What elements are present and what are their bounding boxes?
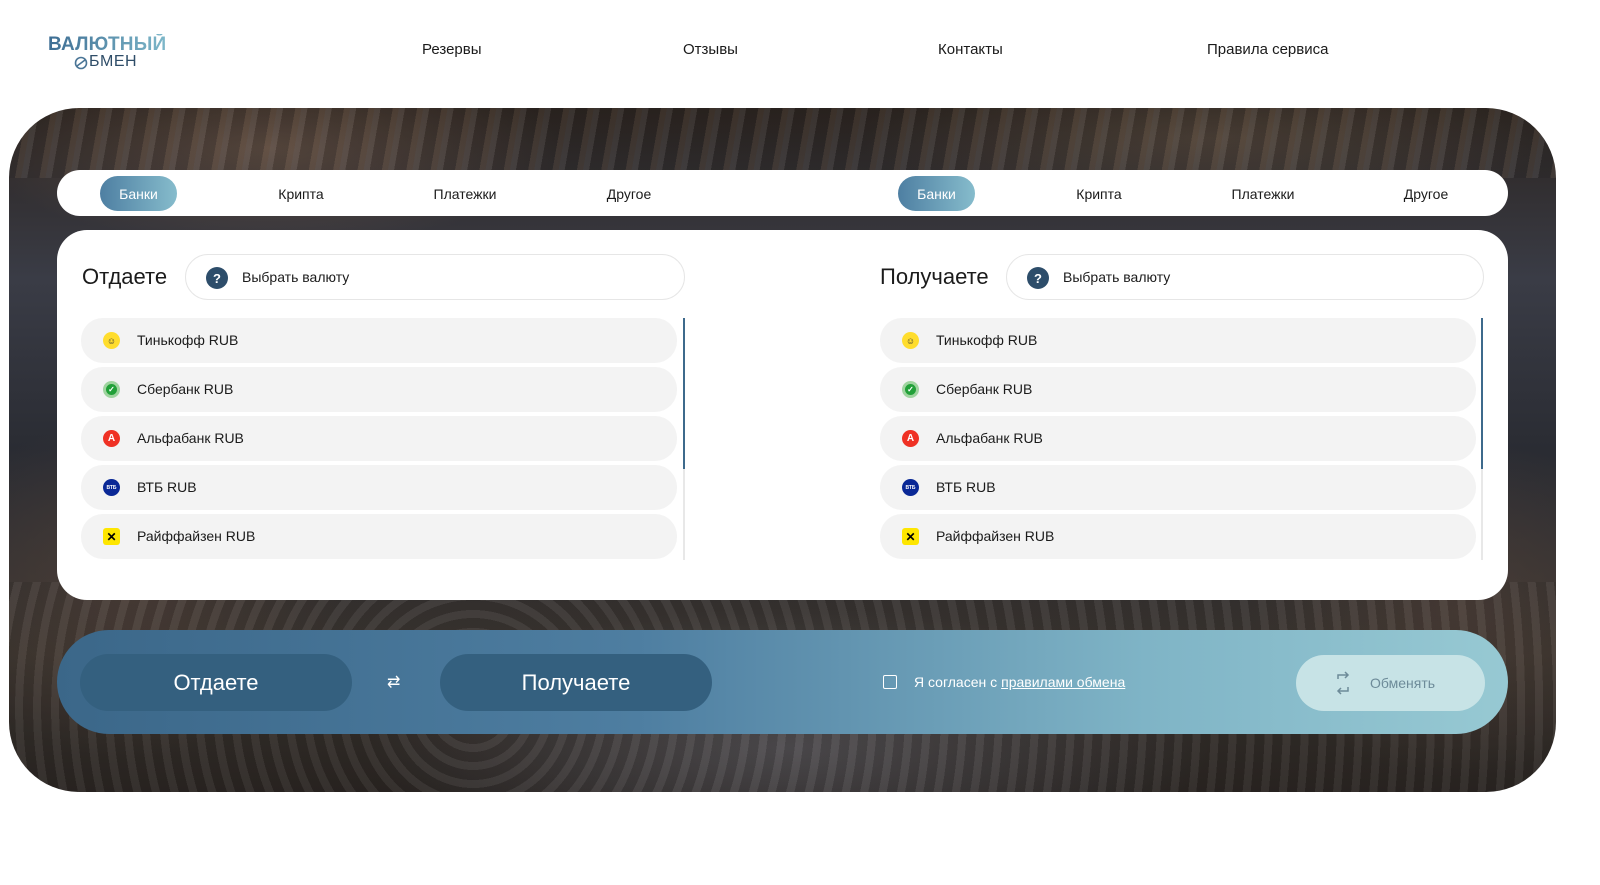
tab-give-banks[interactable]: Банки xyxy=(100,176,177,211)
tab-give-crypto[interactable]: Крипта xyxy=(264,176,338,211)
list-item[interactable]: ✕ Райффайзен RUB xyxy=(880,514,1476,559)
alfabank-icon: A xyxy=(902,430,919,447)
get-scroll-thumb[interactable] xyxy=(1481,318,1483,469)
give-currency-select[interactable]: ? Выбрать валюту xyxy=(185,254,685,300)
sberbank-icon: ✓ xyxy=(902,381,919,398)
tab-get-banks[interactable]: Банки xyxy=(898,176,975,211)
get-currency-select[interactable]: ? Выбрать валюту xyxy=(1006,254,1484,300)
tab-give-payments[interactable]: Платежки xyxy=(427,176,503,211)
tab-get-other[interactable]: Другое xyxy=(1391,176,1461,211)
raiffeisen-icon: ✕ xyxy=(103,528,120,545)
question-icon: ? xyxy=(1027,267,1049,289)
nav-reviews[interactable]: Отзывы xyxy=(683,41,738,58)
hero-background-top xyxy=(9,108,1556,178)
tab-give-other[interactable]: Другое xyxy=(594,176,664,211)
list-item[interactable]: ✓ Сбербанк RUB xyxy=(880,367,1476,412)
get-currency-list: ☺ Тинькофф RUB ✓ Сбербанк RUB A Альфабан… xyxy=(880,318,1476,563)
sberbank-icon: ✓ xyxy=(103,381,120,398)
agree-checkbox[interactable] xyxy=(883,675,897,689)
nav-reserves[interactable]: Резервы xyxy=(422,41,482,58)
give-select-label: Выбрать валюту xyxy=(242,269,350,285)
exchange-label: Обменять xyxy=(1370,675,1436,691)
site-header: ВАЛЮТНЫЙ БМЕН Резервы Отзывы Контакты Пр… xyxy=(0,0,1600,108)
give-scrollbar[interactable] xyxy=(683,318,685,560)
list-item[interactable]: ✓ Сбербанк RUB xyxy=(81,367,677,412)
exchange-icon xyxy=(1336,671,1350,695)
get-scrollbar[interactable] xyxy=(1481,318,1483,560)
tab-get-crypto[interactable]: Крипта xyxy=(1062,176,1136,211)
vtb-icon: ВТБ xyxy=(902,479,919,496)
list-item[interactable]: A Альфабанк RUB xyxy=(880,416,1476,461)
give-title: Отдаете xyxy=(82,264,168,289)
currency-panel: Отдаете ? Выбрать валюту ☺ Тинькофф RUB … xyxy=(57,230,1508,600)
category-tabs: Банки Крипта Платежки Другое Банки Крипт… xyxy=(57,170,1508,216)
tinkoff-icon: ☺ xyxy=(902,332,919,349)
rules-link[interactable]: правилами обмена xyxy=(1001,674,1125,690)
tab-get-payments[interactable]: Платежки xyxy=(1225,176,1301,211)
list-item[interactable]: ☺ Тинькофф RUB xyxy=(880,318,1476,363)
agree-row: Я согласен с правилами обмена xyxy=(883,674,1125,690)
logo-line2: БМЕН xyxy=(89,53,138,70)
get-amount-button[interactable]: Получаете xyxy=(440,654,712,711)
swap-icon[interactable]: ⇄ xyxy=(387,672,400,692)
give-currency-list: ☺ Тинькофф RUB ✓ Сбербанк RUB A Альфабан… xyxy=(81,318,677,563)
get-title: Получаете xyxy=(880,264,989,289)
agree-text: Я согласен с xyxy=(914,674,998,690)
nav-rules[interactable]: Правила сервиса xyxy=(1207,41,1328,58)
give-scroll-thumb[interactable] xyxy=(683,318,685,469)
exchange-button[interactable]: Обменять xyxy=(1296,655,1485,711)
get-select-label: Выбрать валюту xyxy=(1063,269,1171,285)
logo[interactable]: ВАЛЮТНЫЙ БМЕН xyxy=(48,34,178,74)
exchange-bar: Отдаете ⇄ Получаете Я согласен с правила… xyxy=(57,630,1508,734)
question-icon: ? xyxy=(206,267,228,289)
alfabank-icon: A xyxy=(103,430,120,447)
nav-contacts[interactable]: Контакты xyxy=(938,41,1003,58)
list-item[interactable]: ✕ Райффайзен RUB xyxy=(81,514,677,559)
hero-section: Банки Крипта Платежки Другое Банки Крипт… xyxy=(9,108,1556,792)
give-amount-button[interactable]: Отдаете xyxy=(80,654,352,711)
raiffeisen-icon: ✕ xyxy=(902,528,919,545)
list-item[interactable]: ☺ Тинькофф RUB xyxy=(81,318,677,363)
list-item[interactable]: ВТБ ВТБ RUB xyxy=(81,465,677,510)
list-item[interactable]: ВТБ ВТБ RUB xyxy=(880,465,1476,510)
tinkoff-icon: ☺ xyxy=(103,332,120,349)
vtb-icon: ВТБ xyxy=(103,479,120,496)
list-item[interactable]: A Альфабанк RUB xyxy=(81,416,677,461)
